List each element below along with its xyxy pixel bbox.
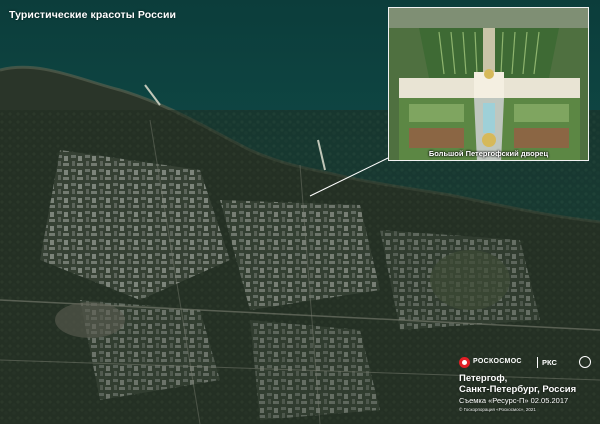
satellite-scene: Туристические красоты России Большой Пет…	[0, 0, 600, 424]
rks-logo-icon	[579, 356, 591, 368]
roscosmos-label: РОСКОСМОС	[473, 358, 522, 365]
palace-aerial-image	[389, 8, 588, 160]
copyright: © Госкорпорация «Роскосмос», 2021	[459, 407, 536, 412]
location-line-2: Санкт-Петербург, Россия	[459, 384, 577, 395]
page-title: Туристические красоты России	[9, 9, 177, 21]
branding: РОСКОСМОС РКС	[459, 355, 593, 369]
palace-inset: Большой Петергофский дворец	[388, 7, 589, 161]
image-info: Петергоф, Санкт-Петербург, Россия Съемка…	[459, 373, 576, 413]
location-line-1: Петергоф,	[459, 373, 508, 384]
roscosmos-logo-icon	[459, 357, 470, 368]
rks-label: РКС	[542, 358, 557, 367]
brand-divider	[537, 357, 538, 368]
capture-info: Съемка «Ресурс-П» 02.05.2017	[459, 396, 569, 405]
inset-caption: Большой Петергофский дворец	[428, 149, 549, 158]
